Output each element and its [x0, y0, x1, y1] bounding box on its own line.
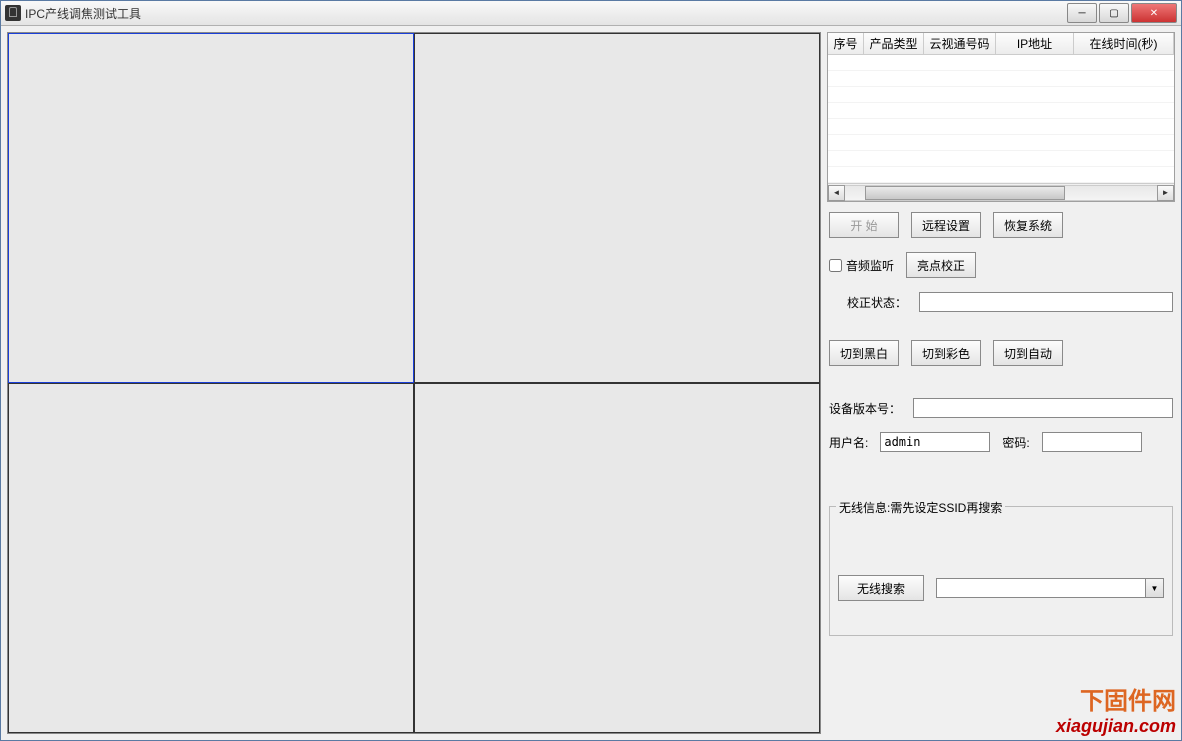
- table-row: [828, 167, 1174, 183]
- scroll-right-button[interactable]: ►: [1157, 185, 1174, 201]
- window-title: IPC产线调焦测试工具: [25, 5, 1065, 22]
- table-row: [828, 71, 1174, 87]
- username-field[interactable]: [880, 432, 990, 452]
- device-table: 序号 产品类型 云视通号码 IP地址 在线时间(秒): [827, 32, 1175, 202]
- table-row: [828, 135, 1174, 151]
- correct-status-field[interactable]: [919, 292, 1173, 312]
- password-field[interactable]: [1042, 432, 1142, 452]
- col-ip[interactable]: IP地址: [996, 33, 1074, 54]
- window-controls: ─ ▢ ✕: [1065, 3, 1177, 23]
- col-cloudid[interactable]: 云视通号码: [924, 33, 996, 54]
- switch-bw-button[interactable]: 切到黑白: [829, 340, 899, 366]
- table-row: [828, 87, 1174, 103]
- bright-correct-button[interactable]: 亮点校正: [906, 252, 976, 278]
- password-label: 密码:: [1002, 434, 1029, 451]
- table-row: [828, 151, 1174, 167]
- wifi-combo-dropdown-icon[interactable]: ▼: [1146, 578, 1164, 598]
- wifi-group-title: 无线信息:需先设定SSID再搜索: [836, 499, 1005, 516]
- horizontal-scrollbar[interactable]: ◄ ►: [828, 183, 1174, 201]
- video-cell-1[interactable]: [8, 33, 414, 383]
- table-body[interactable]: [828, 55, 1174, 183]
- switch-color-button[interactable]: 切到彩色: [911, 340, 981, 366]
- minimize-button[interactable]: ─: [1067, 3, 1097, 23]
- audio-monitor-checkbox[interactable]: 音频监听: [829, 257, 894, 274]
- scroll-track[interactable]: [845, 185, 1157, 201]
- wifi-search-button[interactable]: 无线搜索: [838, 575, 924, 601]
- remote-settings-button[interactable]: 远程设置: [911, 212, 981, 238]
- close-button[interactable]: ✕: [1131, 3, 1177, 23]
- audio-monitor-input[interactable]: [829, 259, 842, 272]
- app-icon: [5, 5, 21, 21]
- username-label: 用户名:: [829, 434, 868, 451]
- restore-system-button[interactable]: 恢复系统: [993, 212, 1063, 238]
- wifi-combo[interactable]: ▼: [936, 578, 1164, 598]
- wifi-group: 无线信息:需先设定SSID再搜索 无线搜索 ▼: [829, 506, 1173, 636]
- col-type[interactable]: 产品类型: [864, 33, 924, 54]
- scroll-thumb[interactable]: [865, 186, 1065, 200]
- device-version-field[interactable]: [913, 398, 1173, 418]
- table-header[interactable]: 序号 产品类型 云视通号码 IP地址 在线时间(秒): [828, 33, 1174, 55]
- table-row: [828, 119, 1174, 135]
- side-panel: 序号 产品类型 云视通号码 IP地址 在线时间(秒): [827, 32, 1175, 734]
- start-button[interactable]: 开 始: [829, 212, 899, 238]
- wifi-combo-input[interactable]: [936, 578, 1146, 598]
- table-row: [828, 55, 1174, 71]
- col-online[interactable]: 在线时间(秒): [1074, 33, 1174, 54]
- controls-panel: 开 始 远程设置 恢复系统 音频监听 亮点校正 校正状态： 切到: [827, 208, 1175, 640]
- col-index[interactable]: 序号: [828, 33, 864, 54]
- video-grid: [7, 32, 821, 734]
- correct-status-label: 校正状态：: [847, 294, 907, 311]
- switch-auto-button[interactable]: 切到自动: [993, 340, 1063, 366]
- video-cell-2[interactable]: [414, 33, 820, 383]
- video-cell-3[interactable]: [8, 383, 414, 733]
- maximize-button[interactable]: ▢: [1099, 3, 1129, 23]
- titlebar[interactable]: IPC产线调焦测试工具 ─ ▢ ✕: [1, 1, 1181, 26]
- scroll-left-button[interactable]: ◄: [828, 185, 845, 201]
- table-row: [828, 103, 1174, 119]
- video-cell-4[interactable]: [414, 383, 820, 733]
- device-version-label: 设备版本号：: [829, 400, 901, 417]
- audio-monitor-label: 音频监听: [846, 257, 894, 274]
- client-area: 序号 产品类型 云视通号码 IP地址 在线时间(秒): [1, 26, 1181, 740]
- app-window: IPC产线调焦测试工具 ─ ▢ ✕ 序号 产品类型 云视通号码 IP地址: [0, 0, 1182, 741]
